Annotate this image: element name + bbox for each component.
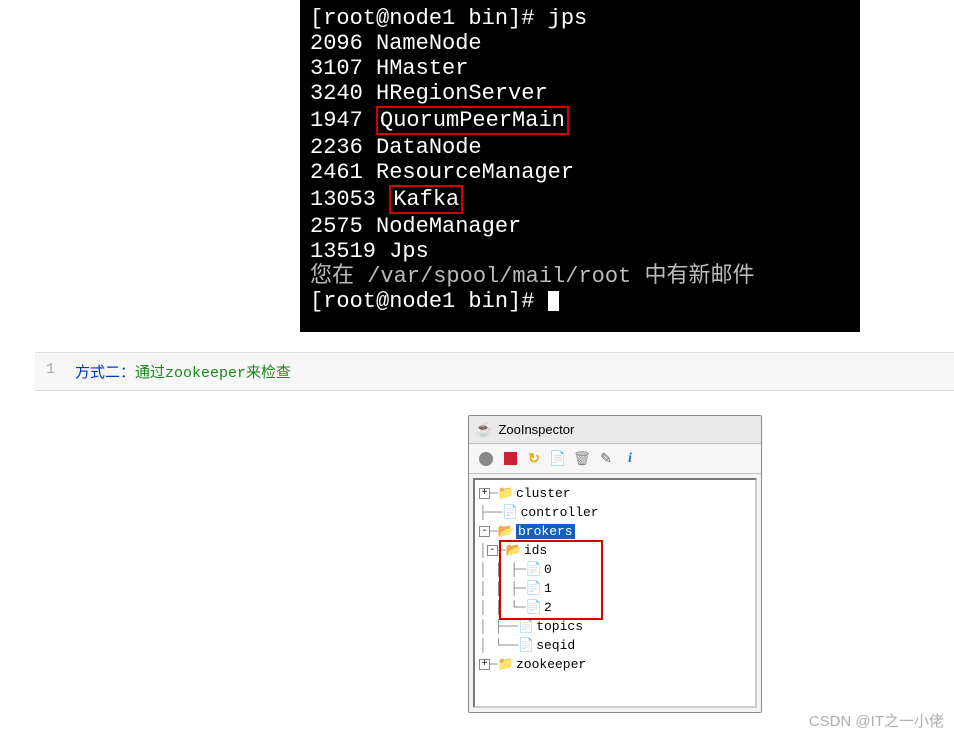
zoo-tree[interactable]: +─📁cluster ├──📄controller -─📂brokers │ -…	[473, 478, 757, 708]
jps-line: 13519 Jps	[310, 239, 429, 264]
zoo-titlebar: ☕ ZooInspector	[469, 416, 761, 444]
tree-node-controller[interactable]: ├──📄controller	[479, 503, 751, 522]
edit-button[interactable]: ✎	[597, 450, 615, 468]
mail-notice: 您在 /var/spool/mail/root 中有新邮件	[310, 264, 754, 289]
zoo-title: ZooInspector	[498, 422, 574, 437]
jps-line: 2096 NameNode	[310, 31, 482, 56]
stop-button[interactable]	[501, 450, 519, 468]
code-line: 方式二：通过zookeeper来检查	[65, 361, 291, 382]
info-button[interactable]: i	[621, 450, 639, 468]
tree-node-id2[interactable]: │ │ └─📄2	[479, 598, 751, 617]
terminal-window: [root@node1 bin]# jps 2096 NameNode 3107…	[300, 0, 860, 332]
tree-node-id0[interactable]: │ │ ├─📄0	[479, 560, 751, 579]
add-node-button[interactable]: 📄	[549, 450, 567, 468]
tree-node-brokers[interactable]: -─📂brokers	[479, 522, 751, 541]
code-green: 通过zookeeper来检查	[135, 365, 291, 382]
jps-line: 2236 DataNode	[310, 135, 482, 160]
refresh-button[interactable]: ↻	[525, 450, 543, 468]
tree-node-id1[interactable]: │ │ ├─📄1	[479, 579, 751, 598]
java-icon: ☕	[475, 421, 492, 438]
jps-line: 2575 NodeManager	[310, 214, 521, 239]
tree-node-seqid[interactable]: │ └──📄seqid	[479, 636, 751, 655]
tree-node-zookeeper[interactable]: +─📁zookeeper	[479, 655, 751, 674]
command: jps	[548, 6, 588, 31]
prompt: [root@node1 bin]#	[310, 6, 548, 31]
jps-line: 3240 HRegionServer	[310, 81, 548, 106]
tree-node-cluster[interactable]: +─📁cluster	[479, 484, 751, 503]
tree-node-ids[interactable]: │ -─📂ids	[479, 541, 751, 560]
code-blue: 方式二：	[75, 365, 135, 382]
jps-line: 2461 ResourceManager	[310, 160, 574, 185]
code-block: 1 方式二：通过zookeeper来检查	[35, 352, 954, 391]
jps-line: 1947 QuorumPeerMain	[310, 108, 569, 133]
connect-button[interactable]	[477, 450, 495, 468]
terminal-cursor	[548, 291, 559, 311]
delete-node-button[interactable]: 🗑	[573, 450, 591, 468]
zooinspector-window: ☕ ZooInspector ↻ 📄 🗑 ✎ i +─📁cluster ├──📄…	[468, 415, 762, 713]
highlight-quorum: QuorumPeerMain	[376, 106, 569, 135]
watermark: CSDN @IT之一小佬	[809, 710, 944, 731]
selected-brokers: brokers	[516, 524, 575, 539]
jps-line: 3107 HMaster	[310, 56, 468, 81]
jps-line: 13053 Kafka	[310, 187, 463, 212]
line-number: 1	[35, 361, 65, 382]
tree-node-topics[interactable]: │ ├──📄topics	[479, 617, 751, 636]
zoo-toolbar: ↻ 📄 🗑 ✎ i	[469, 444, 761, 474]
prompt-2: [root@node1 bin]#	[310, 289, 548, 314]
highlight-kafka: Kafka	[389, 185, 463, 214]
